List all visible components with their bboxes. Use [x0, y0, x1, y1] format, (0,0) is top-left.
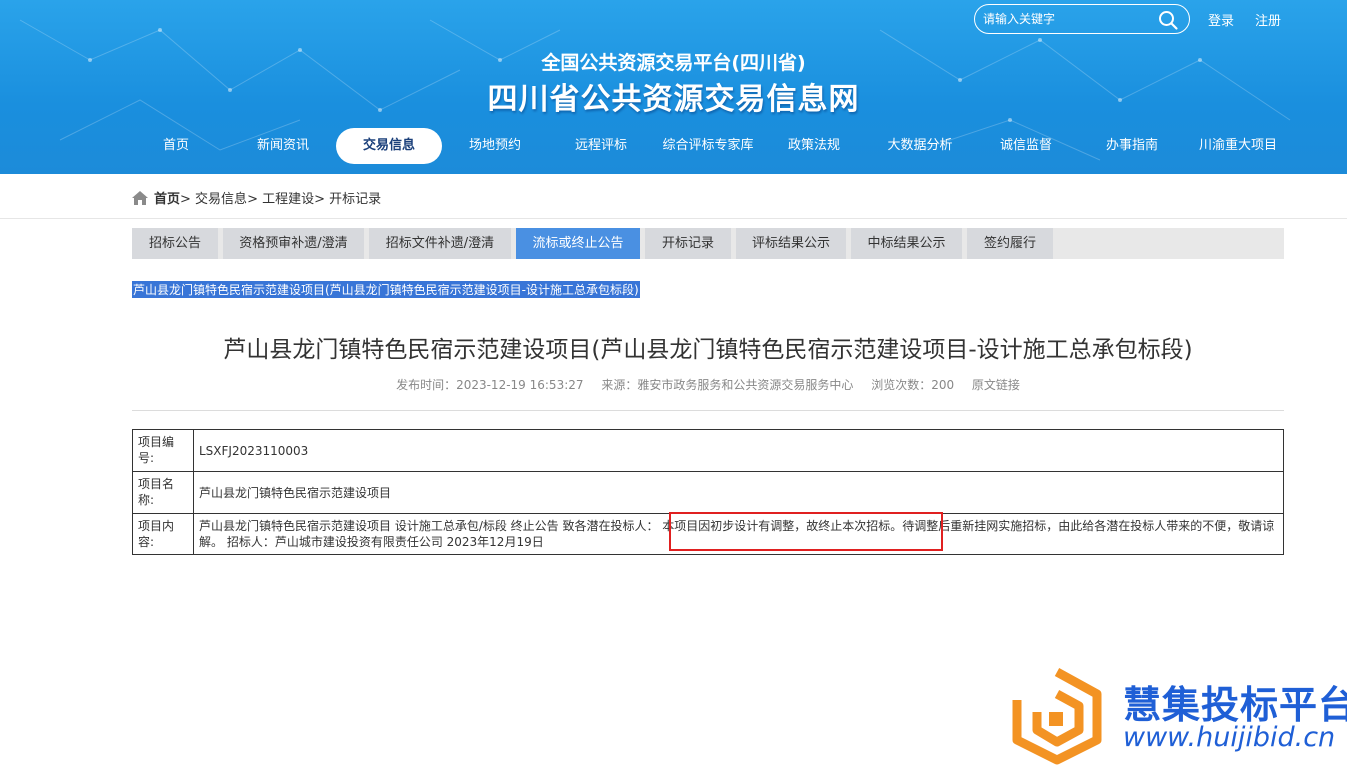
site-title: 四川省公共资源交易信息网: [487, 82, 860, 117]
project-name: 芦山县龙门镇特色民宿示范建设项目: [193, 471, 1284, 514]
view-count: 浏览次数：200: [871, 378, 955, 392]
publish-time: 发布时间：2023-12-19 16:53:27: [396, 378, 584, 392]
project-number: LSXFJ2023110003: [193, 429, 1284, 472]
nav-item-expert-pool[interactable]: 综合评标专家库: [652, 128, 764, 164]
nav-item-sichuan-chongqing-projects[interactable]: 川渝重大项目: [1186, 128, 1290, 164]
login-link[interactable]: 登录: [1208, 10, 1234, 29]
nav-item-credit-supervision[interactable]: 诚信监督: [974, 128, 1078, 164]
article-meta: 发布时间：2023-12-19 16:53:27 来源：雅安市政务服务和公共资源…: [132, 376, 1284, 393]
tab-contract-performance[interactable]: 签约履行: [967, 228, 1053, 259]
nav-item-news[interactable]: 新闻资讯: [229, 128, 337, 164]
search-input[interactable]: [983, 8, 1153, 30]
breadcrumb-trade-info[interactable]: 交易信息: [195, 192, 247, 207]
breadcrumb-home[interactable]: 首页: [154, 192, 180, 207]
nav-item-venue-booking[interactable]: 场地预约: [442, 128, 548, 164]
divider: [132, 410, 1284, 411]
tab-bid-opening-record[interactable]: 开标记录: [645, 228, 731, 259]
breadcrumb: 首页> 交易信息> 工程建设> 开标记录: [132, 188, 381, 207]
main-nav: 首页 新闻资讯 交易信息 场地预约 远程评标 综合评标专家库 政策法规 大数据分…: [122, 128, 1302, 164]
tab-award-result[interactable]: 中标结果公示: [851, 228, 962, 259]
row-label: 项目内容:: [132, 513, 194, 555]
original-link[interactable]: 原文链接: [972, 378, 1020, 392]
nav-item-policies[interactable]: 政策法规: [762, 128, 866, 164]
breadcrumb-engineering[interactable]: 工程建设: [262, 192, 314, 207]
tab-prequal-addendum[interactable]: 资格预审补遗/澄清: [223, 228, 364, 259]
search-icon[interactable]: [1157, 9, 1179, 31]
breadcrumb-bar: 首页> 交易信息> 工程建设> 开标记录: [0, 174, 1347, 219]
watermark-url: www.huijibid.cn: [1123, 722, 1336, 753]
breadcrumb-bid-opening[interactable]: 开标记录: [329, 192, 381, 207]
tab-tender-notice[interactable]: 招标公告: [132, 228, 218, 259]
nav-item-service-guide[interactable]: 办事指南: [1078, 128, 1186, 164]
table-row: 项目编号: LSXFJ2023110003: [132, 429, 1284, 472]
row-label: 项目名称:: [132, 471, 194, 514]
source: 来源：雅安市政务服务和公共资源交易服务中心: [601, 378, 854, 392]
nav-item-home[interactable]: 首页: [122, 128, 230, 164]
category-tabs: 招标公告 资格预审补遗/澄清 招标文件补遗/澄清 流标或终止公告 开标记录 评标…: [132, 228, 1284, 259]
highlight-box: [669, 512, 943, 551]
table-row: 项目名称: 芦山县龙门镇特色民宿示范建设项目: [132, 471, 1284, 514]
tab-evaluation-result[interactable]: 评标结果公示: [736, 228, 846, 259]
home-icon: [132, 191, 148, 205]
nav-item-big-data[interactable]: 大数据分析: [866, 128, 974, 164]
selected-title-text[interactable]: 芦山县龙门镇特色民宿示范建设项目(芦山县龙门镇特色民宿示范建设项目-设计施工总承…: [132, 281, 640, 298]
watermark-title: 慧集投标平台: [1123, 683, 1347, 727]
row-label: 项目编号:: [132, 429, 194, 472]
nav-item-remote-evaluation[interactable]: 远程评标: [548, 128, 654, 164]
huiji-logo-icon: [1012, 668, 1102, 765]
search-box[interactable]: [974, 4, 1190, 34]
article-title: 芦山县龙门镇特色民宿示范建设项目(芦山县龙门镇特色民宿示范建设项目-设计施工总承…: [223, 337, 1193, 363]
watermark: 慧集投标平台 www.huijibid.cn: [1005, 660, 1347, 770]
tab-tender-doc-addendum[interactable]: 招标文件补遗/澄清: [369, 228, 511, 259]
site-subtitle: 全国公共资源交易平台(四川省): [541, 52, 806, 74]
tab-termination-notice[interactable]: 流标或终止公告: [516, 228, 640, 259]
nav-item-trade-info[interactable]: 交易信息: [336, 128, 442, 164]
register-link[interactable]: 注册: [1255, 10, 1281, 29]
site-header: 登录 注册 全国公共资源交易平台(四川省) 四川省公共资源交易信息网 首页 新闻…: [0, 0, 1347, 174]
